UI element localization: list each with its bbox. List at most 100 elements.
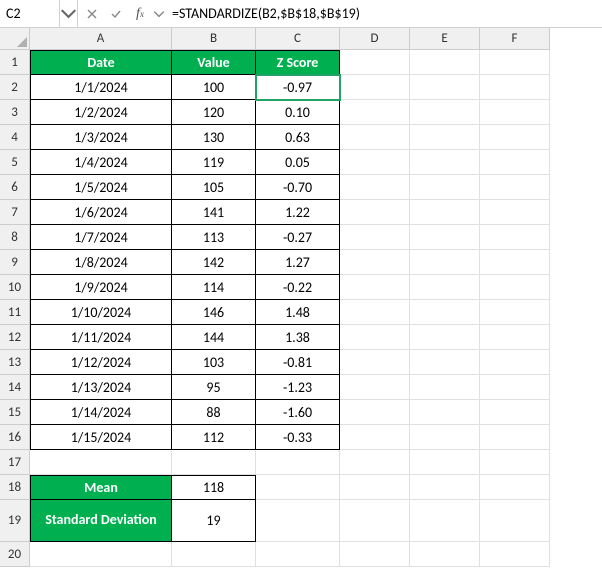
cell-empty[interactable] bbox=[480, 150, 550, 175]
stats-sd-value[interactable]: 19 bbox=[172, 500, 256, 542]
cell-zscore[interactable]: 1.27 bbox=[256, 250, 340, 275]
cell-empty[interactable] bbox=[480, 375, 550, 400]
cell-empty[interactable] bbox=[256, 542, 340, 567]
row-header-13[interactable]: 13 bbox=[0, 350, 30, 375]
stats-mean-value[interactable]: 118 bbox=[172, 475, 256, 500]
name-box[interactable] bbox=[0, 0, 60, 27]
cell-date[interactable]: 1/15/2024 bbox=[30, 425, 172, 450]
cell-date[interactable]: 1/3/2024 bbox=[30, 125, 172, 150]
cell-value[interactable]: 88 bbox=[172, 400, 256, 425]
row-header-19[interactable]: 19 bbox=[0, 500, 30, 542]
cell-value[interactable]: 142 bbox=[172, 250, 256, 275]
formula-bar-expand-icon[interactable] bbox=[152, 0, 166, 27]
cell-empty[interactable] bbox=[410, 500, 480, 542]
cell-empty[interactable] bbox=[480, 225, 550, 250]
cell-E1[interactable] bbox=[410, 50, 480, 75]
cell-empty[interactable] bbox=[340, 150, 410, 175]
row-header-4[interactable]: 4 bbox=[0, 125, 30, 150]
cell-empty[interactable] bbox=[480, 275, 550, 300]
cell-empty[interactable] bbox=[340, 250, 410, 275]
cell-date[interactable]: 1/7/2024 bbox=[30, 225, 172, 250]
name-box-dropdown[interactable] bbox=[60, 0, 78, 27]
cancel-icon[interactable] bbox=[80, 0, 104, 27]
cell-empty[interactable] bbox=[410, 150, 480, 175]
table-header-date[interactable]: Date bbox=[30, 50, 172, 75]
cell-empty[interactable] bbox=[410, 300, 480, 325]
cell-empty[interactable] bbox=[340, 275, 410, 300]
enter-icon[interactable] bbox=[104, 0, 128, 27]
cell-empty[interactable] bbox=[480, 200, 550, 225]
cell-value[interactable]: 130 bbox=[172, 125, 256, 150]
cell-empty[interactable] bbox=[340, 475, 410, 500]
cell-date[interactable]: 1/11/2024 bbox=[30, 325, 172, 350]
cell-empty[interactable] bbox=[480, 475, 550, 500]
cell-value[interactable]: 114 bbox=[172, 275, 256, 300]
cell-zscore[interactable]: -0.22 bbox=[256, 275, 340, 300]
cell-empty[interactable] bbox=[410, 100, 480, 125]
name-box-input[interactable] bbox=[6, 5, 53, 22]
cell-empty[interactable] bbox=[340, 300, 410, 325]
cell-zscore[interactable]: 0.10 bbox=[256, 100, 340, 125]
row-header-1[interactable]: 1 bbox=[0, 50, 30, 75]
cell-zscore[interactable]: -1.60 bbox=[256, 400, 340, 425]
cell-empty[interactable] bbox=[410, 125, 480, 150]
col-header-B[interactable]: B bbox=[172, 28, 256, 50]
cell-zscore[interactable]: 1.48 bbox=[256, 300, 340, 325]
cell-zscore[interactable]: 1.38 bbox=[256, 325, 340, 350]
cell-zscore[interactable]: -0.81 bbox=[256, 350, 340, 375]
cell-value[interactable]: 100 bbox=[172, 75, 256, 100]
row-header-12[interactable]: 12 bbox=[0, 325, 30, 350]
formula-input[interactable]: =STANDARDIZE(B2,$B$18,$B$19) bbox=[166, 0, 602, 27]
cell-empty[interactable] bbox=[30, 542, 172, 567]
cell-empty[interactable] bbox=[410, 175, 480, 200]
cell-empty[interactable] bbox=[480, 100, 550, 125]
fx-icon[interactable]: fx bbox=[128, 0, 152, 27]
cell-empty[interactable] bbox=[340, 75, 410, 100]
cell-empty[interactable] bbox=[256, 450, 340, 475]
cell-empty[interactable] bbox=[340, 400, 410, 425]
cell-value[interactable]: 144 bbox=[172, 325, 256, 350]
row-header-17[interactable]: 17 bbox=[0, 450, 30, 475]
cell-empty[interactable] bbox=[410, 400, 480, 425]
cell-empty[interactable] bbox=[410, 75, 480, 100]
cell-date[interactable]: 1/4/2024 bbox=[30, 150, 172, 175]
cell-empty[interactable] bbox=[340, 450, 410, 475]
cell-zscore[interactable]: 0.05 bbox=[256, 150, 340, 175]
table-header-value[interactable]: Value bbox=[172, 50, 256, 75]
cell-value[interactable]: 105 bbox=[172, 175, 256, 200]
cell-empty[interactable] bbox=[480, 500, 550, 542]
cell-empty[interactable] bbox=[410, 542, 480, 567]
cell-zscore[interactable]: -1.23 bbox=[256, 375, 340, 400]
cell-empty[interactable] bbox=[340, 325, 410, 350]
col-header-A[interactable]: A bbox=[30, 28, 172, 50]
cell-empty[interactable] bbox=[340, 425, 410, 450]
cell-empty[interactable] bbox=[340, 375, 410, 400]
cell-empty[interactable] bbox=[340, 350, 410, 375]
cell-empty[interactable] bbox=[340, 225, 410, 250]
cell-zscore[interactable]: -0.33 bbox=[256, 425, 340, 450]
cell-date[interactable]: 1/8/2024 bbox=[30, 250, 172, 275]
row-header-10[interactable]: 10 bbox=[0, 275, 30, 300]
select-all-corner[interactable] bbox=[0, 28, 30, 50]
row-header-3[interactable]: 3 bbox=[0, 100, 30, 125]
cell-date[interactable]: 1/5/2024 bbox=[30, 175, 172, 200]
cell-value[interactable]: 112 bbox=[172, 425, 256, 450]
row-header-7[interactable]: 7 bbox=[0, 200, 30, 225]
cell-empty[interactable] bbox=[172, 542, 256, 567]
cell-value[interactable]: 120 bbox=[172, 100, 256, 125]
col-header-D[interactable]: D bbox=[340, 28, 410, 50]
cell-zscore[interactable]: 0.63 bbox=[256, 125, 340, 150]
cell-value[interactable]: 95 bbox=[172, 375, 256, 400]
cell-empty[interactable] bbox=[480, 542, 550, 567]
cell-D1[interactable] bbox=[340, 50, 410, 75]
cell-empty[interactable] bbox=[480, 350, 550, 375]
cell-empty[interactable] bbox=[480, 300, 550, 325]
cell-empty[interactable] bbox=[480, 125, 550, 150]
cell-date[interactable]: 1/14/2024 bbox=[30, 400, 172, 425]
cell-empty[interactable] bbox=[480, 175, 550, 200]
cell-empty[interactable] bbox=[410, 450, 480, 475]
col-header-C[interactable]: C bbox=[256, 28, 340, 50]
row-header-8[interactable]: 8 bbox=[0, 225, 30, 250]
col-header-E[interactable]: E bbox=[410, 28, 480, 50]
cell-empty[interactable] bbox=[410, 275, 480, 300]
